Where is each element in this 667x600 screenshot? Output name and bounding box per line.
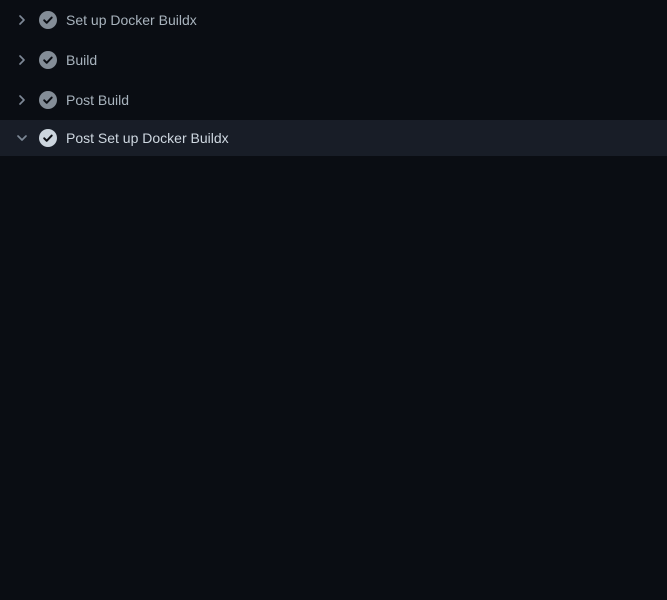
workflow-log-panel: Set up Docker Buildx Build — [0, 0, 667, 600]
log-line[interactable]: linux/riscv64 linux/ppc64le linux/s390x … — [0, 289, 667, 309]
check-circle-icon — [38, 128, 58, 148]
step-label: Set up Docker Buildx — [66, 12, 197, 28]
log-line[interactable]: 5time="2021-04-23T18:02:37Z" level=warni… — [0, 249, 667, 269]
log-line[interactable]: 12time="2021-04-23T18:02:38Z" level=debu… — [0, 409, 667, 429]
chevron-down-icon[interactable] — [14, 130, 30, 146]
step-row-post-build[interactable]: Post Build — [0, 80, 667, 120]
log-line[interactable]: 17time="2021-04-23T18:02:38Z" level=debu… — [0, 509, 667, 529]
log-line[interactable]: application/vnd.oci.image.index.v1+json,… — [0, 569, 667, 589]
log-line[interactable]: 11time="2021-04-23T18:02:38Z" level=debu… — [0, 389, 667, 409]
log-line[interactable]: 1Post job cleanup. — [0, 169, 667, 189]
step-label: Post Set up Docker Buildx — [66, 130, 229, 146]
step-row-set-up-docker-buildx[interactable]: Set up Docker Buildx — [0, 0, 667, 40]
check-circle-icon — [38, 50, 58, 70]
chevron-right-icon[interactable] — [14, 12, 30, 28]
check-circle-icon — [38, 90, 58, 110]
log-line[interactable]: 16time="2021-04-23T18:02:38Z" level=debu… — [0, 489, 667, 509]
step-label: Build — [66, 52, 97, 68]
log-line[interactable]: 3/usr/bin/docker logs buildx_buildkit_bu… — [0, 209, 667, 229]
step-label: Post Build — [66, 92, 129, 108]
log-line[interactable]: 20time="2021-04-23T18:02:38Z" level=debu… — [0, 589, 667, 600]
log-line[interactable]: 4time="2021-04-23T18:02:37Z" level=info … — [0, 229, 667, 249]
log-line[interactable]: 18time="2021-04-23T18:02:38Z" level=debu… — [0, 529, 667, 549]
log-line[interactable]: 14time="2021-04-23T18:02:38Z" level=debu… — [0, 449, 667, 469]
log-viewer: 1Post job cleanup. 2▼BuildKit container … — [0, 156, 667, 600]
log-line[interactable]: 2▼BuildKit container logs — [0, 189, 667, 209]
steps-list: Set up Docker Buildx Build — [0, 0, 667, 156]
chevron-right-icon[interactable] — [14, 52, 30, 68]
log-line[interactable]: 8time="2021-04-23T18:02:37Z" level=info … — [0, 329, 667, 349]
log-line[interactable]: 6time="2021-04-23T18:02:37Z" level=info … — [0, 269, 667, 289]
log-line[interactable]: 15time="2021-04-23T18:02:38Z" level=debu… — [0, 469, 667, 489]
step-row-post-set-up-docker-buildx[interactable]: Post Set up Docker Buildx — [0, 120, 667, 156]
log-line[interactable]: 7time="2021-04-23T18:02:37Z" level=warni… — [0, 309, 667, 329]
check-circle-icon — [38, 10, 58, 30]
log-line[interactable]: 10time="2021-04-23T18:02:37Z" level=info… — [0, 369, 667, 389]
log-line[interactable]: 19time="2021-04-23T18:02:38Z" level=debu… — [0, 549, 667, 569]
log-line[interactable]: 13time="2021-04-23T18:02:38Z" level=debu… — [0, 429, 667, 449]
log-line[interactable]: 9time="2021-04-23T18:02:37Z" level=warni… — [0, 349, 667, 369]
chevron-right-icon[interactable] — [14, 92, 30, 108]
step-row-build[interactable]: Build — [0, 40, 667, 80]
